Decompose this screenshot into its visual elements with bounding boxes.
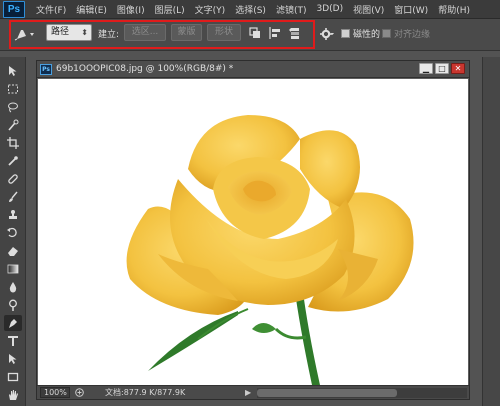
minimize-button[interactable]: ▁ [419, 63, 433, 74]
eraser-icon [8, 247, 18, 256]
pen-tool[interactable] [4, 315, 22, 331]
path-select-icon [9, 354, 17, 364]
eraser-tool[interactable] [4, 243, 22, 259]
path-alignment-icon[interactable] [268, 26, 282, 40]
quick-select-tool[interactable] [4, 117, 22, 133]
lasso-tool[interactable] [4, 99, 22, 115]
brush-tool[interactable] [4, 189, 22, 205]
stamp-icon [9, 210, 17, 219]
horizontal-scrollbar[interactable] [257, 388, 467, 398]
pen-icon [9, 319, 17, 328]
make-mask-button[interactable]: 蒙版 [171, 24, 202, 41]
clone-stamp-tool[interactable] [4, 207, 22, 223]
options-bar: 路径 ⬍ 建立: 选区... 蒙版 形状 磁性的 对齐边缘 [0, 19, 500, 51]
move-icon [9, 66, 17, 76]
eyedropper-tool[interactable] [4, 153, 22, 169]
gear-icon[interactable] [320, 27, 334, 41]
close-button[interactable]: ✕ [451, 63, 465, 74]
menu-edit[interactable]: 编辑(E) [71, 3, 112, 16]
status-info-icon[interactable] [75, 388, 84, 397]
magnetic-checkbox[interactable] [341, 29, 350, 38]
menu-type[interactable]: 文字(Y) [190, 3, 231, 16]
move-tool[interactable] [4, 63, 22, 79]
align-edges-checkbox[interactable] [382, 29, 391, 38]
photoshop-logo: Ps [3, 0, 25, 18]
scrollbar-thumb[interactable] [257, 389, 397, 397]
menu-file[interactable]: 文件(F) [31, 3, 71, 16]
yellow-rose-image [126, 115, 414, 385]
menu-image[interactable]: 图像(I) [112, 3, 150, 16]
menu-window[interactable]: 窗口(W) [389, 3, 433, 16]
marquee-icon [8, 84, 18, 94]
menu-select[interactable]: 选择(S) [230, 3, 271, 16]
menu-help[interactable]: 帮助(H) [433, 3, 475, 16]
document-ps-icon: Ps [40, 63, 52, 75]
tool-mode-select[interactable]: 路径 ⬍ [46, 24, 92, 41]
crop-tool[interactable] [4, 135, 22, 151]
make-shape-button[interactable]: 形状 [207, 24, 241, 41]
menu-view[interactable]: 视图(V) [348, 3, 389, 16]
history-brush-icon [7, 227, 17, 238]
menu-layer[interactable]: 图层(L) [150, 3, 190, 16]
gradient-tool[interactable] [4, 261, 22, 277]
document-tab[interactable]: Ps 69b1OOOPIC08.jpg @ 100%(RGB/8#) * ▁ □… [37, 61, 469, 78]
type-tool[interactable] [4, 333, 22, 349]
crop-icon [7, 137, 19, 149]
align-edges-label: 对齐边缘 [394, 30, 431, 40]
eyedropper-icon [8, 156, 18, 166]
dodge-icon [9, 299, 17, 311]
gradient-icon [7, 264, 19, 274]
path-arrangement-icon[interactable] [288, 26, 302, 40]
zoom-field[interactable]: 100% [40, 387, 70, 398]
hand-icon [9, 390, 18, 400]
bandage-icon [8, 174, 18, 184]
make-label: 建立: [98, 30, 120, 40]
path-select-tool[interactable] [4, 351, 22, 367]
document-size-info: 文档:877.9 K/877.9K [105, 388, 186, 397]
hand-tool[interactable] [4, 387, 22, 403]
dodge-tool[interactable] [4, 297, 22, 313]
status-bar: 100% 文档:877.9 K/877.9K ▶ [37, 385, 469, 399]
marquee-tool[interactable] [4, 81, 22, 97]
rectangle-icon [7, 372, 19, 382]
tools-panel [0, 57, 26, 406]
menu-bar: Ps 文件(F) 编辑(E) 图像(I) 图层(L) 文字(Y) 选择(S) 滤… [0, 0, 500, 19]
maximize-button[interactable]: □ [435, 63, 449, 74]
healing-brush-tool[interactable] [4, 171, 22, 187]
blur-tool[interactable] [4, 279, 22, 295]
type-icon [8, 336, 18, 346]
menu-3d[interactable]: 3D(D) [311, 4, 348, 14]
document-window: Ps 69b1OOOPIC08.jpg @ 100%(RGB/8#) * ▁ □… [36, 60, 470, 400]
magnetic-label: 磁性的 [353, 30, 381, 40]
select-arrow-icon: ⬍ [81, 28, 88, 37]
tool-preset-picker[interactable] [14, 26, 38, 42]
quick-select-icon [8, 119, 19, 131]
status-menu-arrow-icon[interactable]: ▶ [245, 387, 251, 398]
lasso-icon [8, 102, 18, 113]
tool-mode-value: 路径 [51, 27, 70, 37]
collapsed-panels-strip [482, 57, 500, 406]
document-title: 69b1OOOPIC08.jpg @ 100%(RGB/8#) * [56, 64, 234, 74]
make-selection-button[interactable]: 选区... [124, 24, 166, 41]
brush-icon [9, 191, 18, 202]
menu-filter[interactable]: 滤镜(T) [271, 3, 312, 16]
droplet-icon [9, 282, 17, 293]
pen-preset-icon [14, 30, 34, 41]
image-canvas[interactable] [38, 79, 468, 385]
history-brush-tool[interactable] [4, 225, 22, 241]
path-operations-icon[interactable] [248, 26, 262, 40]
shape-tool[interactable] [4, 369, 22, 385]
